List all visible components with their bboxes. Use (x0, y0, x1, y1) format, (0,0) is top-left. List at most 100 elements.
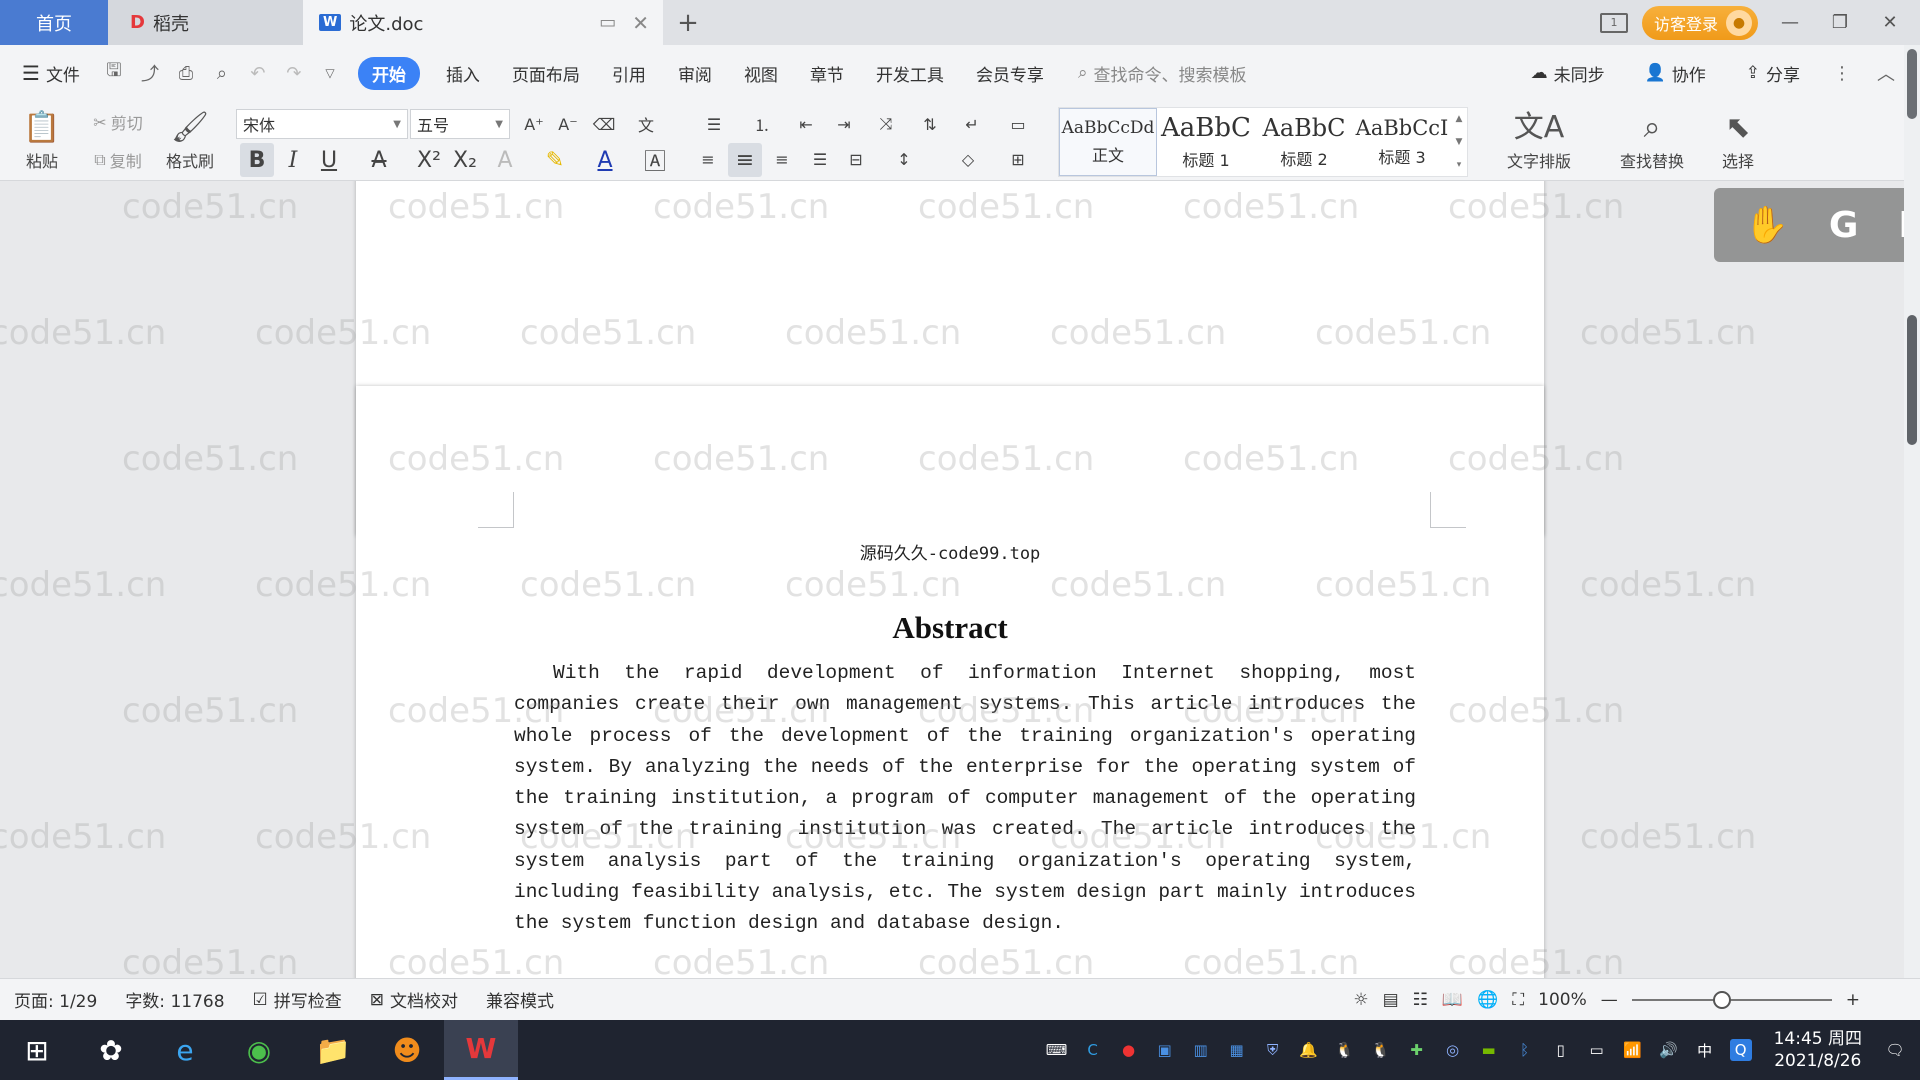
highlight-icon[interactable]: ✎ (538, 143, 572, 177)
bullet-list-icon[interactable]: ☰ (696, 109, 732, 139)
notification-icon[interactable]: 🗨 (1884, 1039, 1906, 1061)
tray-app-icon[interactable]: ● (1118, 1039, 1140, 1061)
abstract-heading[interactable]: Abstract (356, 610, 1544, 646)
page-header-text[interactable]: 源码久久-code99.top (356, 539, 1544, 564)
style-heading-2[interactable]: AaBbC 标题 2 (1255, 108, 1353, 176)
line-spacing-icon[interactable]: ↕ (884, 143, 924, 175)
zoom-level[interactable]: 100% (1538, 990, 1587, 1010)
italic-icon[interactable]: I (276, 143, 310, 177)
cut-button[interactable]: ✂ 剪切 (80, 107, 156, 137)
ie-browser-icon[interactable]: e (148, 1020, 222, 1080)
decrease-indent-icon[interactable]: ⇤ (790, 109, 822, 139)
copy-button[interactable]: ⧉ 复制 (80, 145, 156, 175)
menu-tab-start[interactable]: 开始 (357, 56, 420, 90)
close-window-icon[interactable]: ✕ (1872, 12, 1908, 33)
style-heading-1[interactable]: AaBbC 标题 1 (1157, 108, 1255, 176)
justify-icon[interactable]: ☰ (804, 143, 836, 175)
current-page[interactable]: 源码久久-code99.top Abstract With the rapid … (356, 386, 1544, 978)
panel-layout-icon[interactable]: 1 (1599, 12, 1628, 33)
font-color-icon[interactable]: A (588, 143, 622, 177)
tray-app-icon[interactable]: C (1082, 1039, 1104, 1061)
menu-tab-page-layout[interactable]: 页面布局 (496, 61, 596, 86)
menu-tab-references[interactable]: 引用 (596, 61, 662, 86)
align-left-icon[interactable]: ≡ (692, 143, 724, 175)
style-gallery-scroll[interactable]: ▲ ▼ ▾ (1451, 108, 1467, 176)
ime-indicator[interactable]: 中 (1694, 1039, 1716, 1061)
windows-start-icon[interactable]: ⊞ (0, 1020, 74, 1080)
word-count[interactable]: 字数: 11768 (111, 987, 238, 1012)
minimize-icon[interactable]: — (1772, 12, 1808, 33)
distribute-icon[interactable]: ⊟ (840, 143, 872, 175)
font-name-select[interactable]: 宋体 ▼ (236, 109, 408, 139)
qq-icon[interactable]: 🐧 (1334, 1039, 1356, 1061)
tray-app-icon[interactable]: ▦ (1226, 1039, 1248, 1061)
print-icon[interactable]: ⎙ (174, 61, 198, 85)
export-icon[interactable]: ⤴ (138, 61, 162, 85)
shading-icon[interactable]: ◇ (948, 143, 988, 175)
shield-icon[interactable]: ⛨ (1262, 1039, 1284, 1061)
keyboard-icon[interactable]: ⌨ (1046, 1039, 1068, 1061)
bluetooth-icon[interactable]: ᛒ (1514, 1039, 1536, 1061)
login-button[interactable]: 访客登录 ● (1641, 5, 1758, 40)
style-normal[interactable]: AaBbCcDd 正文 (1059, 108, 1157, 176)
customize-dropdown-icon[interactable]: ▽ (318, 61, 342, 85)
page-view-icon[interactable]: ▤ (1383, 990, 1399, 1010)
bell-icon[interactable]: 🔔 (1298, 1039, 1320, 1061)
fit-page-icon[interactable]: ⛶ (1512, 990, 1524, 1010)
abstract-paragraph[interactable]: With the rapid development of informatio… (514, 658, 1416, 940)
menu-tab-view[interactable]: 视图 (728, 61, 794, 86)
battery-icon[interactable]: ▭ (1586, 1039, 1608, 1061)
format-painter-button[interactable]: 🖌 格式刷 (160, 107, 220, 177)
hand-icon[interactable]: ✋ (1744, 204, 1789, 246)
tray-app-icon[interactable]: ◎ (1442, 1039, 1464, 1061)
paste-button[interactable]: 📋 粘贴 (14, 107, 70, 177)
ruler-icon[interactable]: ▭ (1000, 109, 1036, 139)
menu-tab-developer[interactable]: 开发工具 (860, 61, 960, 86)
tray-app-icon[interactable]: ▣ (1154, 1039, 1176, 1061)
increase-indent-icon[interactable]: ⇥ (828, 109, 860, 139)
superscript-icon[interactable]: X² (412, 143, 446, 177)
sort-icon[interactable]: ⇅ (914, 109, 946, 139)
text-direction-icon[interactable]: ⤨ (866, 109, 906, 139)
borders-icon[interactable]: ⊞ (998, 143, 1038, 175)
find-replace-button[interactable]: ⌕ 查找替换 (1604, 107, 1700, 177)
undo-icon[interactable]: ↶ (246, 61, 270, 85)
scrollbar-top-thumb[interactable] (1907, 49, 1917, 119)
menu-tab-review[interactable]: 审阅 (662, 61, 728, 86)
g-button[interactable]: G (1829, 205, 1859, 246)
tray-app-icon[interactable]: ▥ (1190, 1039, 1212, 1061)
reading-view-icon[interactable]: 📖 (1442, 990, 1463, 1010)
numbered-list-icon[interactable]: ⒈ (744, 109, 780, 139)
proofread-button[interactable]: ⊠ 文档校对 (356, 987, 472, 1013)
tray-app-icon[interactable]: Q (1729, 1039, 1752, 1061)
save-icon[interactable]: 🖫 (102, 60, 126, 85)
usb-icon[interactable]: ▯ (1550, 1039, 1572, 1061)
print-preview-icon[interactable]: ⌕ (210, 61, 234, 85)
monitor-icon[interactable]: ▭ (599, 12, 616, 33)
zoom-slider-knob[interactable] (1712, 990, 1731, 1009)
strikethrough-icon[interactable]: A (362, 143, 396, 177)
browser-360-icon[interactable]: ◉ (222, 1020, 296, 1080)
redo-icon[interactable]: ↷ (282, 61, 306, 85)
wifi-icon[interactable]: 📶 (1622, 1039, 1644, 1061)
zoom-out-icon[interactable]: — (1601, 990, 1618, 1010)
tab-document[interactable]: W 论文.doc ▭ ✕ (303, 0, 663, 45)
scrollbar-thumb[interactable] (1907, 315, 1917, 445)
system-clock[interactable]: 14:45 周四 2021/8/26 (1766, 1028, 1870, 1072)
file-explorer-icon[interactable]: 📁 (296, 1020, 370, 1080)
menu-tab-member[interactable]: 会员专享 (960, 61, 1060, 86)
collapse-ribbon-icon[interactable]: ︿ (1874, 61, 1898, 85)
show-marks-icon[interactable]: ↵ (952, 109, 992, 139)
collaborate-button[interactable]: 👤 协作 (1629, 61, 1722, 86)
zoom-slider[interactable] (1631, 990, 1832, 1009)
gpu-icon[interactable]: ▬ (1478, 1039, 1500, 1061)
pinwheel-app-icon[interactable]: ✿ (74, 1020, 148, 1080)
qq-icon[interactable]: 🐧 (1370, 1039, 1392, 1061)
font-size-select[interactable]: 五号 ▼ (410, 109, 510, 139)
web-view-icon[interactable]: 🌐 (1477, 990, 1498, 1010)
spell-check-button[interactable]: ☑ 拼写检查 (239, 987, 356, 1013)
zoom-in-icon[interactable]: + (1846, 990, 1860, 1010)
menu-tab-insert[interactable]: 插入 (430, 61, 496, 86)
underline-icon[interactable]: U (312, 143, 346, 177)
subscript-icon[interactable]: X₂ (448, 143, 482, 177)
